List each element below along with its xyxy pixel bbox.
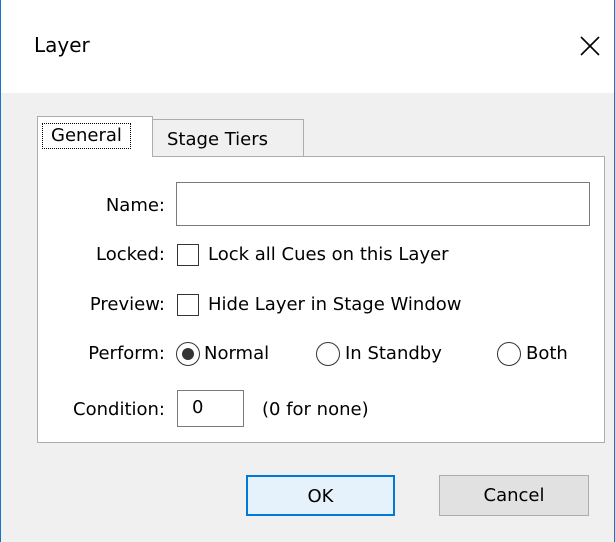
condition-hint: (0 for none) (262, 399, 369, 420)
hide-layer-label: Hide Layer in Stage Window (208, 294, 462, 315)
hide-layer-checkbox[interactable] (177, 294, 199, 316)
tab-general[interactable]: General (37, 116, 153, 157)
preview-label: Preview: (89, 294, 165, 315)
radio-selected-dot (182, 348, 194, 360)
perform-normal-radio[interactable] (176, 342, 200, 366)
perform-normal-label: Normal (204, 343, 270, 364)
tab-stage-tiers[interactable]: Stage Tiers (152, 119, 304, 157)
tab-stage-tiers-label: Stage Tiers (167, 129, 269, 150)
locked-label: Locked: (96, 244, 165, 265)
dialog-title: Layer (34, 33, 90, 57)
perform-in-standby-radio[interactable] (316, 342, 340, 366)
name-field[interactable] (176, 182, 590, 226)
perform-both-label: Both (526, 343, 568, 364)
condition-label: Condition: (73, 399, 165, 420)
lock-cues-checkbox[interactable] (177, 244, 199, 266)
close-button[interactable] (570, 26, 610, 66)
perform-label: Perform: (88, 343, 165, 364)
condition-field[interactable]: 0 (177, 390, 244, 427)
lock-cues-label: Lock all Cues on this Layer (208, 244, 449, 265)
cancel-button[interactable]: Cancel (439, 475, 589, 516)
layer-dialog: Layer General Stage Tiers Name: Locked: … (0, 0, 615, 542)
perform-both-radio[interactable] (497, 342, 521, 366)
name-label: Name: (105, 195, 165, 216)
title-bar: Layer (1, 0, 614, 93)
ok-button[interactable]: OK (246, 475, 395, 516)
tab-general-label: General (42, 123, 131, 149)
perform-in-standby-label: In Standby (345, 343, 442, 364)
close-icon (580, 36, 600, 56)
